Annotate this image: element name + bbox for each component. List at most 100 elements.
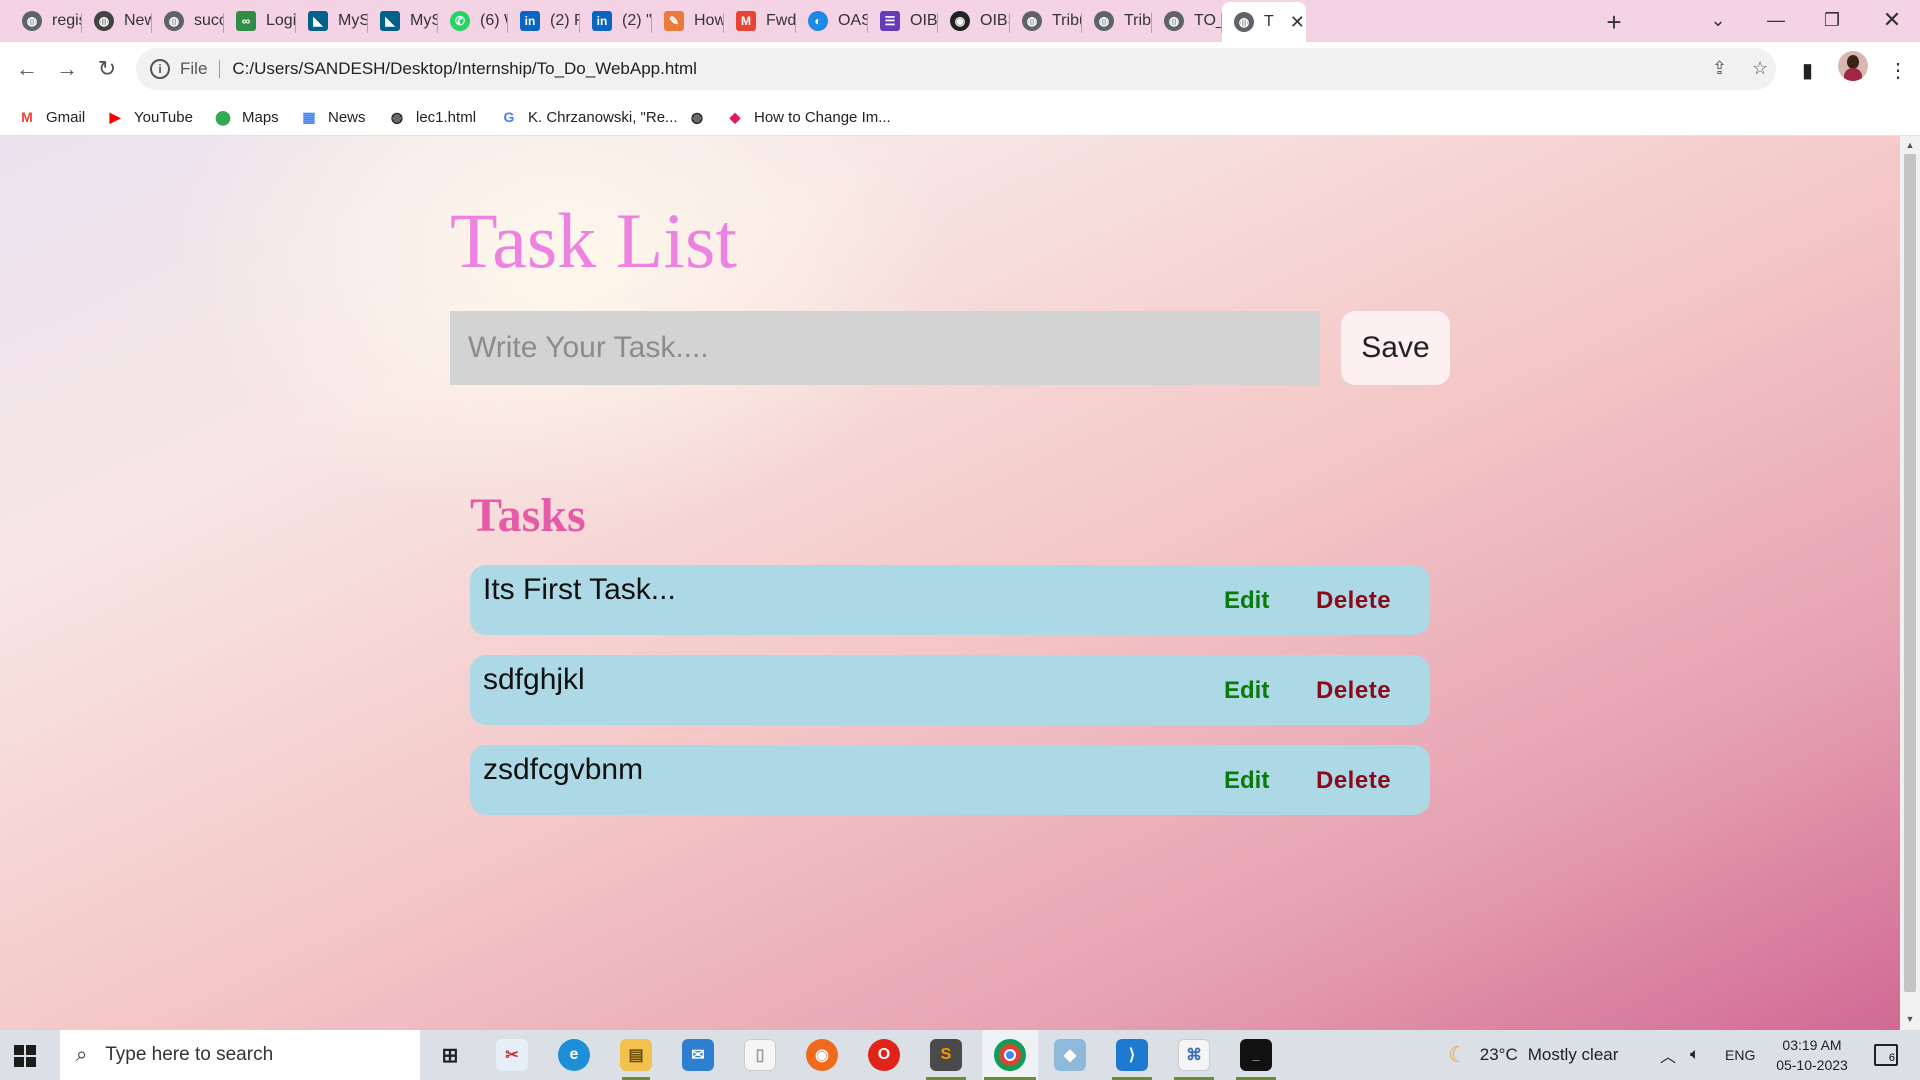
browser-tab[interactable]: ∞ Login [224,4,296,38]
gmail-icon: M [736,11,756,31]
bookmark-star-icon[interactable]: ☆ [1752,58,1768,79]
task-input[interactable] [450,311,1320,385]
mail-icon[interactable]: ✉ [682,1039,714,1071]
volume-icon[interactable]: 🔈︎ [1690,1030,1700,1080]
tasks-heading: Tasks [470,489,586,542]
scroll-up-arrow-icon[interactable]: ▲ [1905,140,1915,150]
forward-arrow-icon[interactable]: → [50,52,84,86]
bookmark-item[interactable]: ◍ lec1.html [388,106,476,128]
mysql-icon: ◣ [380,11,400,31]
delete-button[interactable]: Delete [1316,677,1391,705]
show-hidden-icons-chevron-icon[interactable]: ︿ [1660,1030,1676,1080]
menu-dots-icon[interactable]: ⋮ [1888,58,1908,83]
scroll-down-arrow-icon[interactable]: ▼ [1905,1014,1915,1024]
bookmark-item[interactable]: M Gmail [18,106,85,128]
delete-button[interactable]: Delete [1316,767,1391,795]
task-item: zsdfcgvbnm Edit Delete [470,745,1430,815]
url-text[interactable]: C:/Users/SANDESH/Desktop/Internship/To_D… [232,59,697,79]
new-tab-button[interactable]: + [1598,6,1630,38]
edge-icon[interactable]: e [558,1039,590,1071]
restore-button[interactable]: ❐ [1804,0,1860,40]
windows-start-icon[interactable] [14,1045,36,1067]
minimize-button[interactable]: — [1748,0,1804,40]
snipping-tool-icon[interactable]: ✂ [496,1039,528,1071]
github-icon: ◉ [950,11,970,31]
bookmark-item[interactable]: ⬤ Maps [214,106,279,128]
site-info-icon[interactable]: i [150,59,170,79]
browser-tab[interactable]: M Fwd: [724,4,796,38]
task-view-icon[interactable]: ⊞ [434,1039,466,1071]
bookmark-label: YouTube [134,108,193,126]
save-button[interactable]: Save [1341,311,1450,385]
browser-tab[interactable]: ◍ Tribut [1010,4,1082,38]
chrome-icon[interactable] [994,1039,1026,1071]
edit-button[interactable]: Edit [1224,587,1269,615]
browser-tab[interactable]: in (2) "o [580,4,652,38]
mysql-icon: ◣ [308,11,328,31]
browser-tab[interactable]: ☰ OIBSI [868,4,938,38]
html-icon: ✎ [664,11,684,31]
browser-tab[interactable]: ◍ regist [10,4,82,38]
side-panel-icon[interactable]: ▮ [1802,58,1813,83]
bookmark-item[interactable]: ▶ YouTube [106,106,193,128]
page-scrollbar[interactable]: ▲ ▼ [1900,136,1920,1030]
task-item: sdfghjkl Edit Delete [470,655,1430,725]
browser-tab[interactable]: ◐ OASIS [796,4,868,38]
firefox-icon[interactable]: ◉ [806,1039,838,1071]
reload-icon[interactable]: ↻ [90,52,124,86]
scheme-label: File [180,60,221,78]
browser-tab[interactable]: ◍ TO_D [1152,4,1222,38]
linkedin-icon: in [520,11,540,31]
system-clock[interactable]: 03:19 AM 05-10-2023 [1764,1035,1860,1075]
google-icon: G [503,109,515,125]
tab-label: MySC [410,12,438,29]
terminal-icon[interactable]: _ [1240,1039,1272,1071]
edit-button[interactable]: Edit [1224,677,1269,705]
browser-tab[interactable]: ◣ MySC [368,4,438,38]
browser-tab[interactable]: ✆ (6) W [438,4,508,38]
browser-tab[interactable]: in (2) Po [508,4,580,38]
globe-icon: ◍ [390,108,404,125]
share-icon[interactable]: ⇪ [1712,58,1727,79]
vscode-icon[interactable]: ⟩ [1116,1039,1148,1071]
file-explorer-icon[interactable]: ▤ [620,1039,652,1071]
task-item: Its First Task... Edit Delete [470,565,1430,635]
tab-label: New [124,12,152,29]
browser-tab[interactable]: ◍ Tribut [1082,4,1152,38]
taskbar-search-box[interactable]: ⌕ Type here to search [60,1030,420,1080]
tab-label: Fwd: [766,12,796,29]
notepad-icon[interactable]: ▯ [744,1039,776,1071]
globe-icon: ◍ [22,11,42,31]
tab-search-chevron-icon[interactable]: ⌄ [1690,0,1746,40]
edit-button[interactable]: Edit [1224,767,1269,795]
browser-tab[interactable]: ◉ OIBSI [938,4,1010,38]
notification-center-icon[interactable]: 6 [1874,1044,1898,1066]
browser-tab[interactable]: ✎ How [652,4,724,38]
back-arrow-icon[interactable]: ← [10,52,44,86]
weather-widget[interactable]: ☾ 23°C Mostly clear [1448,1030,1618,1080]
browser-tab[interactable]: ◣ MySC [296,4,368,38]
opera-icon[interactable]: O [868,1039,900,1071]
delete-button[interactable]: Delete [1316,587,1391,615]
browser-tab[interactable]: ◍ New [82,4,152,38]
canva-icon: ◆ [729,108,741,125]
language-indicator[interactable]: ENG [1725,1030,1755,1080]
bookmark-item[interactable]: ◆ How to Change Im... [726,106,891,128]
gmail-icon: M [21,109,33,125]
python-file-icon[interactable]: ⌘ [1178,1039,1210,1071]
bookmarks-bar: M Gmail ▶ YouTube ⬤ Maps ▦ News ◍ lec1.html G K. Ch… [0,98,1920,136]
profile-avatar[interactable] [1838,51,1868,81]
tab-label: OIBSI [980,12,1010,29]
close-window-button[interactable]: ✕ [1864,0,1920,40]
bookmark-item[interactable]: ▦ News [300,106,365,128]
bookmark-item[interactable]: G K. Chrzanowski, "Re... [500,106,678,128]
browser-tab[interactable]: ◍ succe [152,4,224,38]
address-bar[interactable]: i File C:/Users/SANDESH/Desktop/Internsh… [136,48,1776,90]
sublime-text-icon[interactable]: S [930,1039,962,1071]
bookmark-item[interactable]: ◍ [688,106,716,128]
browser-tab[interactable]: ◍ T ✕ [1222,2,1306,42]
scrollbar-thumb[interactable] [1904,154,1916,992]
maps-icon: ⬤ [215,108,231,125]
close-tab-icon[interactable]: ✕ [1290,12,1305,33]
app-icon[interactable]: ◆ [1054,1039,1086,1071]
